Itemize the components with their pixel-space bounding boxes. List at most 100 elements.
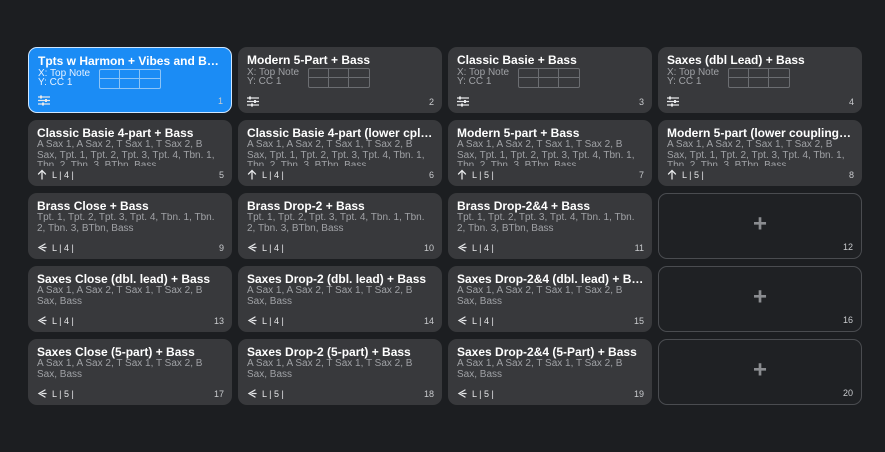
voicing-info: L | 5 | — [682, 169, 704, 180]
y-axis-label: Y: CC 1 — [457, 76, 492, 87]
empty-slot-12[interactable]: + 12 — [658, 193, 862, 259]
preset-footer: L | 5 | — [457, 388, 494, 399]
arrow-left-icon — [37, 388, 49, 399]
voicing-info: L | 4 | — [472, 242, 494, 253]
preset-grid: Tpts w Harmon + Vibes and Bass X: Top No… — [28, 47, 862, 405]
preset-instruments: A Sax 1, A Sax 2, T Sax 1, T Sax 2, B Sa… — [457, 359, 623, 380]
preset-title: Modern 5-part (lower coupling) + Bass — [667, 126, 854, 140]
preset-tile-8[interactable]: Modern 5-part (lower coupling) + Bass A … — [658, 120, 862, 186]
preset-title: Brass Drop-2&4 + Bass — [457, 199, 591, 213]
preset-tile-7[interactable]: Modern 5-part + Bass A Sax 1, A Sax 2, T… — [448, 120, 652, 186]
xy-pad-thumbnail — [728, 68, 790, 88]
preset-footer: L | 4 | — [37, 315, 74, 326]
preset-tile-15[interactable]: Saxes Drop-2&4 (dbl. lead) + Bass A Sax … — [448, 266, 652, 332]
preset-footer: L | 4 | — [247, 315, 284, 326]
preset-number: 5 — [218, 170, 224, 180]
preset-number: 3 — [638, 97, 644, 107]
preset-title: Saxes Drop-2&4 (dbl. lead) + Bass — [457, 272, 644, 286]
preset-footer: L | 5 | — [37, 388, 74, 399]
empty-slot-16[interactable]: + 16 — [658, 266, 862, 332]
preset-tile-18[interactable]: Saxes Drop-2 (5-part) + Bass A Sax 1, A … — [238, 339, 442, 405]
preset-title: Tpts w Harmon + Vibes and Bass — [38, 54, 223, 68]
preset-instruments: Tpt. 1, Tpt. 2, Tpt. 3, Tpt. 4, Tbn. 1, … — [457, 213, 635, 234]
preset-instruments: Tpt. 1, Tpt. 2, Tpt. 3, Tpt. 4, Tbn. 1, … — [247, 213, 425, 234]
preset-tile-4[interactable]: Saxes (dbl Lead) + Bass X: Top Note Y: C… — [658, 47, 862, 113]
preset-number: 7 — [638, 170, 644, 180]
preset-instruments: A Sax 1, A Sax 2, T Sax 1, T Sax 2, B Sa… — [247, 359, 413, 380]
preset-instruments: Tpt. 1, Tpt. 2, Tpt. 3, Tpt. 4, Tbn. 1, … — [37, 213, 215, 234]
preset-instruments: A Sax 1, A Sax 2, T Sax 1, T Sax 2, B Sa… — [457, 286, 623, 307]
preset-footer: L | 4 | — [247, 242, 284, 253]
preset-instruments: A Sax 1, A Sax 2, T Sax 1, T Sax 2, B Sa… — [247, 140, 425, 166]
arrow-left-icon — [457, 242, 469, 253]
preset-tile-5[interactable]: Classic Basie 4-part + Bass A Sax 1, A S… — [28, 120, 232, 186]
preset-instruments: A Sax 1, A Sax 2, T Sax 1, T Sax 2, B Sa… — [247, 286, 413, 307]
voicing-info: L | 5 | — [52, 388, 74, 399]
voicing-info: L | 4 | — [52, 315, 74, 326]
preset-tile-2[interactable]: Modern 5-Part + Bass X: Top Note Y: CC 1… — [238, 47, 442, 113]
preset-title: Brass Close + Bass — [37, 199, 149, 213]
preset-title: Classic Basie 4-part (lower cpl) + Bass — [247, 126, 434, 140]
voicing-info: L | 4 | — [262, 242, 284, 253]
preset-title: Saxes Close (5-part) + Bass — [37, 345, 195, 359]
preset-number: 4 — [848, 97, 854, 107]
sliders-icon — [38, 95, 50, 106]
preset-number: 9 — [218, 243, 224, 253]
preset-tile-17[interactable]: Saxes Close (5-part) + Bass A Sax 1, A S… — [28, 339, 232, 405]
preset-footer — [667, 96, 679, 107]
arrow-left-icon — [457, 315, 469, 326]
preset-instruments: A Sax 1, A Sax 2, T Sax 1, T Sax 2, B Sa… — [37, 140, 215, 166]
plus-icon: + — [752, 283, 768, 311]
voicing-info: L | 5 | — [472, 388, 494, 399]
preset-footer: L | 4 | — [247, 169, 284, 180]
preset-title: Classic Basie 4-part + Bass — [37, 126, 194, 140]
preset-footer: L | 4 | — [37, 169, 74, 180]
sliders-icon — [247, 96, 259, 107]
preset-footer: L | 5 | — [667, 169, 704, 180]
preset-number: 15 — [633, 316, 644, 326]
arrow-up-icon — [667, 169, 679, 180]
plus-icon: + — [752, 356, 768, 384]
arrow-up-icon — [457, 169, 469, 180]
preset-title: Saxes Drop-2 (dbl. lead) + Bass — [247, 272, 427, 286]
preset-number: 1 — [217, 96, 223, 106]
empty-slot-20[interactable]: + 20 — [658, 339, 862, 405]
y-axis-label: Y: CC 1 — [247, 76, 282, 87]
preset-number: 16 — [842, 315, 853, 325]
preset-footer: L | 4 | — [37, 242, 74, 253]
arrow-left-icon — [247, 315, 259, 326]
preset-tile-11[interactable]: Brass Drop-2&4 + Bass Tpt. 1, Tpt. 2, Tp… — [448, 193, 652, 259]
preset-instruments: A Sax 1, A Sax 2, T Sax 1, T Sax 2, B Sa… — [457, 140, 635, 166]
preset-title: Saxes (dbl Lead) + Bass — [667, 53, 805, 67]
preset-tile-1[interactable]: Tpts w Harmon + Vibes and Bass X: Top No… — [28, 47, 232, 113]
preset-number: 10 — [423, 243, 434, 253]
voicing-info: L | 5 | — [262, 388, 284, 399]
preset-footer — [38, 95, 50, 106]
voicing-info: L | 4 | — [52, 242, 74, 253]
preset-tile-3[interactable]: Classic Basie + Bass X: Top Note Y: CC 1… — [448, 47, 652, 113]
arrow-left-icon — [37, 315, 49, 326]
arrow-left-icon — [37, 242, 49, 253]
preset-number: 8 — [848, 170, 854, 180]
voicing-info: L | 5 | — [472, 169, 494, 180]
preset-title: Modern 5-part + Bass — [457, 126, 580, 140]
arrow-up-icon — [37, 169, 49, 180]
preset-number: 18 — [423, 389, 434, 399]
preset-number: 2 — [428, 97, 434, 107]
preset-tile-10[interactable]: Brass Drop-2 + Bass Tpt. 1, Tpt. 2, Tpt.… — [238, 193, 442, 259]
arrow-left-icon — [457, 388, 469, 399]
preset-number: 19 — [633, 389, 644, 399]
preset-tile-6[interactable]: Classic Basie 4-part (lower cpl) + Bass … — [238, 120, 442, 186]
preset-tile-14[interactable]: Saxes Drop-2 (dbl. lead) + Bass A Sax 1,… — [238, 266, 442, 332]
preset-tile-13[interactable]: Saxes Close (dbl. lead) + Bass A Sax 1, … — [28, 266, 232, 332]
voicing-info: L | 4 | — [52, 169, 74, 180]
preset-title: Saxes Drop-2 (5-part) + Bass — [247, 345, 411, 359]
preset-title: Saxes Close (dbl. lead) + Bass — [37, 272, 211, 286]
y-axis-label: Y: CC 1 — [38, 77, 73, 88]
xy-pad-thumbnail — [99, 69, 161, 89]
preset-number: 14 — [423, 316, 434, 326]
preset-tile-9[interactable]: Brass Close + Bass Tpt. 1, Tpt. 2, Tpt. … — [28, 193, 232, 259]
preset-tile-19[interactable]: Saxes Drop-2&4 (5-Part) + Bass A Sax 1, … — [448, 339, 652, 405]
sliders-icon — [457, 96, 469, 107]
preset-footer: L | 4 | — [457, 242, 494, 253]
